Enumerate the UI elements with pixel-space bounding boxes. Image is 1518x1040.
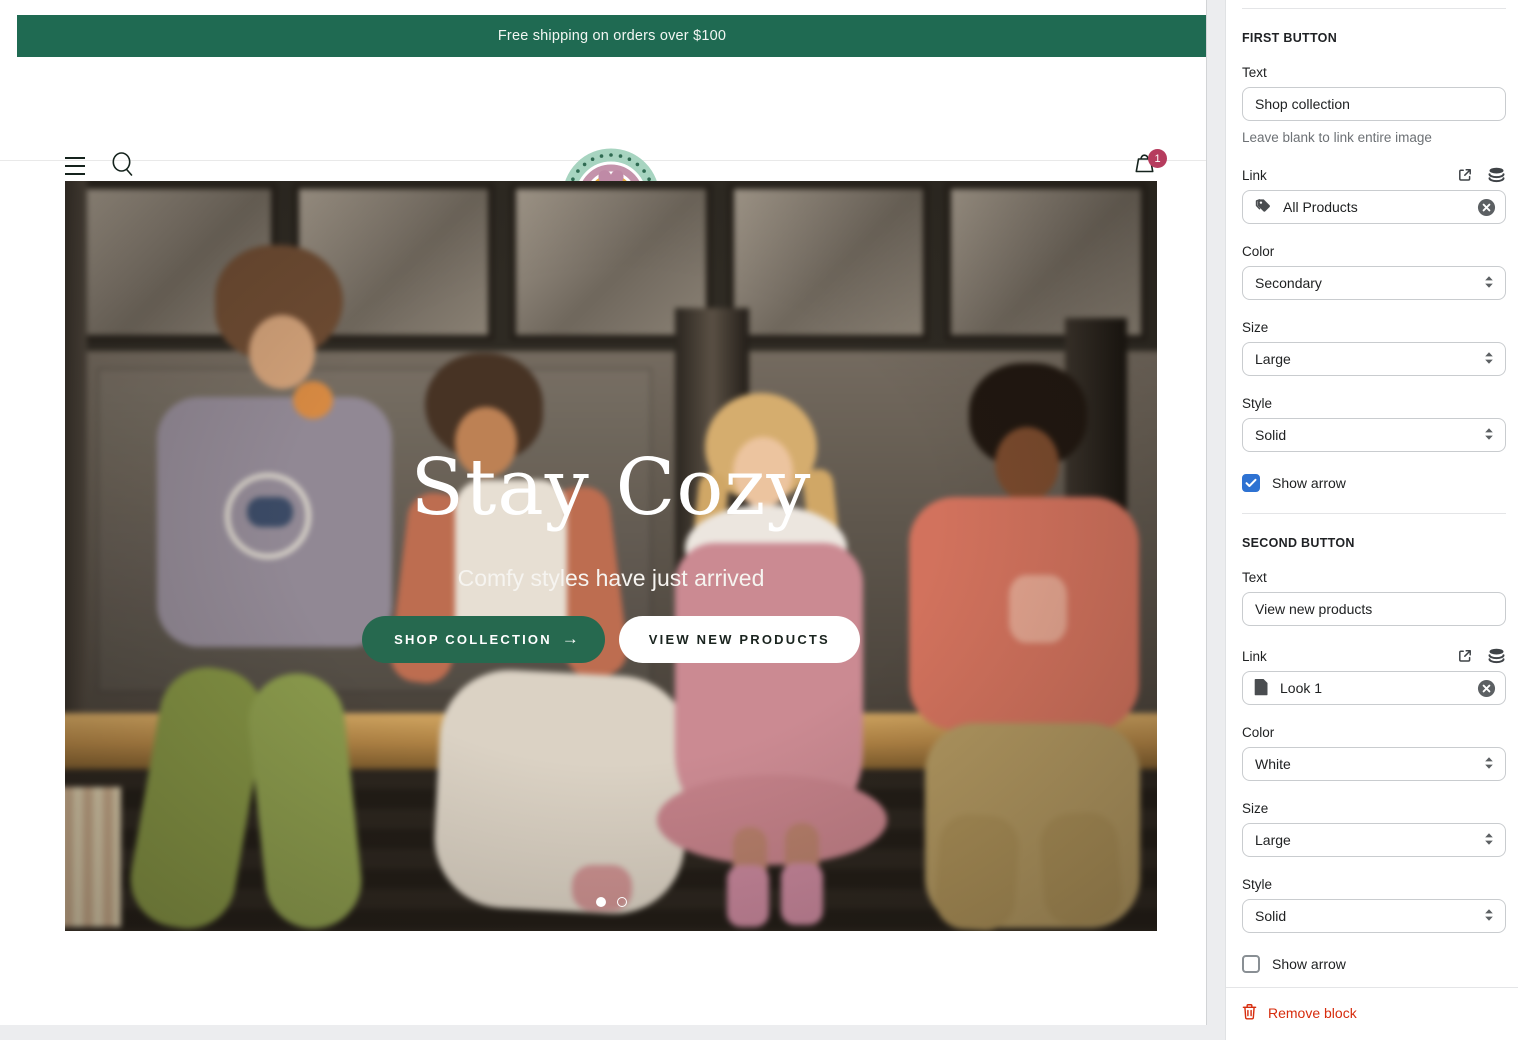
chevron-updown-icon — [1484, 275, 1494, 292]
search-icon[interactable] — [110, 151, 136, 184]
open-link-icon[interactable] — [1457, 167, 1473, 183]
second-size-label: Size — [1242, 801, 1506, 816]
storefront-preview: Free shipping on orders over $100 — [0, 0, 1207, 1025]
hero-section: Stay Cozy Comfy styles have just arrived… — [65, 181, 1157, 931]
panel-footer: Remove block — [1226, 987, 1518, 1040]
hero-title: Stay Cozy — [65, 443, 1157, 533]
second-style-label: Style — [1242, 877, 1506, 892]
arrow-right-icon: → — [562, 629, 579, 649]
theme-editor-canvas: Free shipping on orders over $100 — [0, 0, 1518, 1040]
view-new-products-label: View new products — [649, 632, 830, 647]
second-style-value: Solid — [1255, 908, 1484, 924]
first-size-label: Size — [1242, 320, 1506, 335]
first-text-input[interactable] — [1242, 87, 1506, 121]
section-divider — [1242, 513, 1506, 514]
dynamic-source-icon[interactable] — [1487, 648, 1506, 664]
first-color-label: Color — [1242, 244, 1506, 259]
chevron-updown-icon — [1484, 756, 1494, 773]
second-show-arrow-row[interactable]: Show arrow — [1242, 955, 1506, 973]
first-show-arrow-checkbox[interactable] — [1242, 474, 1260, 492]
shop-collection-label: Shop collection — [394, 632, 552, 647]
open-link-icon[interactable] — [1457, 648, 1473, 664]
cart-count-badge: 1 — [1148, 149, 1167, 168]
view-new-products-button[interactable]: View new products — [619, 616, 860, 663]
first-color-value: Secondary — [1255, 275, 1484, 291]
first-color-select[interactable]: Secondary — [1242, 266, 1506, 300]
hero-buttons: Shop collection → View new products — [65, 616, 1157, 663]
first-link-field[interactable]: All Products — [1242, 190, 1506, 224]
first-size-value: Large — [1255, 351, 1484, 367]
chevron-updown-icon — [1484, 832, 1494, 849]
block-settings-panel: FIRST BUTTON Text Leave blank to link en… — [1225, 0, 1518, 1040]
second-color-label: Color — [1242, 725, 1506, 740]
second-link-value: Look 1 — [1280, 680, 1466, 696]
second-link-field[interactable]: Look 1 — [1242, 671, 1506, 705]
store-header: 1 — [0, 57, 1207, 161]
page-icon — [1254, 678, 1269, 699]
carousel-dot-1[interactable] — [596, 897, 606, 907]
first-button-heading: FIRST BUTTON — [1242, 31, 1506, 45]
carousel-dots — [65, 897, 1157, 907]
second-color-select[interactable]: White — [1242, 747, 1506, 781]
second-link-label: Link — [1242, 649, 1267, 664]
second-text-input[interactable] — [1242, 592, 1506, 626]
second-size-select[interactable]: Large — [1242, 823, 1506, 857]
second-show-arrow-label: Show arrow — [1272, 956, 1346, 972]
first-link-value: All Products — [1283, 199, 1466, 215]
hero-vignette — [65, 181, 1157, 931]
first-text-helper: Leave blank to link entire image — [1242, 130, 1506, 145]
dynamic-source-icon[interactable] — [1487, 167, 1506, 183]
hero-subtitle: Comfy styles have just arrived — [65, 565, 1157, 592]
chevron-updown-icon — [1484, 427, 1494, 444]
panel-top-divider — [1242, 8, 1506, 9]
first-show-arrow-row[interactable]: Show arrow — [1242, 474, 1506, 492]
second-size-value: Large — [1255, 832, 1484, 848]
carousel-dot-2[interactable] — [617, 897, 627, 907]
first-style-select[interactable]: Solid — [1242, 418, 1506, 452]
remove-block-button[interactable]: Remove block — [1242, 1003, 1502, 1023]
second-show-arrow-checkbox[interactable] — [1242, 955, 1260, 973]
shop-collection-button[interactable]: Shop collection → — [362, 616, 605, 663]
clear-link-icon[interactable] — [1477, 198, 1496, 217]
announcement-bar: Free shipping on orders over $100 — [17, 15, 1207, 57]
first-style-value: Solid — [1255, 427, 1484, 443]
announcement-text: Free shipping on orders over $100 — [498, 28, 726, 44]
second-button-heading: SECOND BUTTON — [1242, 536, 1506, 550]
first-link-label: Link — [1242, 168, 1267, 183]
panel-scroll-area: FIRST BUTTON Text Leave blank to link en… — [1226, 0, 1518, 987]
chevron-updown-icon — [1484, 908, 1494, 925]
second-text-label: Text — [1242, 570, 1506, 585]
second-color-value: White — [1255, 756, 1484, 772]
first-size-select[interactable]: Large — [1242, 342, 1506, 376]
clear-link-icon[interactable] — [1477, 679, 1496, 698]
hamburger-menu-icon[interactable] — [64, 155, 88, 177]
collection-icon — [1254, 197, 1272, 218]
trash-icon — [1242, 1003, 1257, 1023]
first-style-label: Style — [1242, 396, 1506, 411]
first-show-arrow-label: Show arrow — [1272, 475, 1346, 491]
first-text-label: Text — [1242, 65, 1506, 80]
second-style-select[interactable]: Solid — [1242, 899, 1506, 933]
remove-block-label: Remove block — [1268, 1005, 1357, 1021]
chevron-updown-icon — [1484, 351, 1494, 368]
